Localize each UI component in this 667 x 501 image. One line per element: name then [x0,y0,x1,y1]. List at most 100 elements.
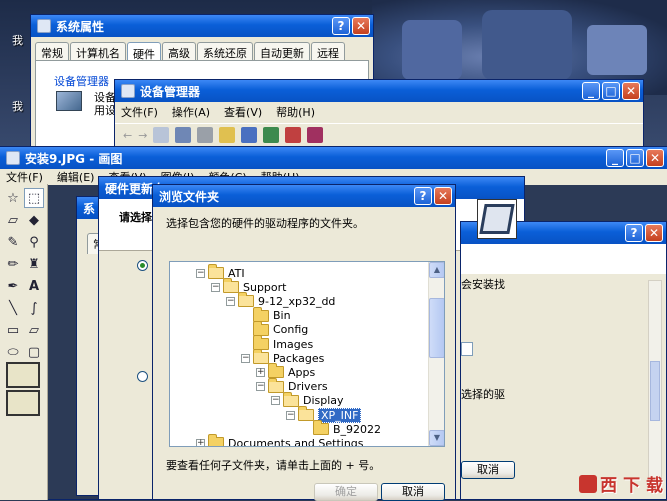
text-tool-icon[interactable]: A [24,276,44,296]
tree-node-label: Drivers [288,380,328,394]
cancel-button[interactable]: 取消 [381,483,445,501]
browse-field-fragment[interactable] [461,342,473,356]
close-button[interactable]: ✕ [646,149,664,167]
site-watermark: 西 下 载 [579,471,663,496]
paint-titlebar[interactable]: 安装9.JPG - 画图 _ □ ✕ [0,147,667,169]
line-icon[interactable]: ╲ [3,298,23,318]
color-picker-icon[interactable]: ✎ [3,232,23,252]
tree-scrollbar[interactable]: ▲ ▼ [428,262,444,446]
close-button[interactable]: ✕ [622,82,640,100]
window-title: 系 [83,201,96,216]
menu-view[interactable]: 查看(V) [224,104,262,120]
disable-device-icon[interactable] [307,127,324,143]
window-title: 安装9.JPG - 画图 [25,151,123,166]
tree-node[interactable]: + Apps [256,363,316,379]
help-button[interactable]: ? [414,187,432,205]
tree-node[interactable]: − Support [211,278,286,294]
browse-dialog-titlebar[interactable]: 浏览文件夹 ? ✕ [153,185,455,207]
maximize-button[interactable]: □ [602,82,620,100]
magnifier-icon[interactable]: ⚲ [24,232,44,252]
maximize-button[interactable]: □ [626,149,644,167]
polygon-icon[interactable]: ▱ [24,320,44,340]
ok-button[interactable]: 确定 [314,483,378,501]
folder-icon [253,306,269,322]
tree-node-label: Documents and Settings [228,436,364,447]
tree-view-icon[interactable] [153,127,170,143]
window-title: 系统属性 [56,19,105,34]
rounded-rect-icon[interactable]: ▢ [24,342,44,362]
folder-icon [253,335,269,350]
rectangle-icon[interactable]: ▭ [3,320,23,340]
radio-option[interactable] [137,260,148,271]
airbrush-icon[interactable]: ✒ [3,276,23,296]
desktop-icon-label[interactable]: 我 [12,98,23,114]
open-folder-icon [283,391,299,407]
scroll-up-icon[interactable]: ▲ [429,262,444,278]
device-manager-window: 设备管理器 _ □ ✕ 文件(F) 操作(A) 查看(V) 帮助(H) ← → [114,79,644,151]
tree-node-label: Apps [288,365,316,379]
brush-icon[interactable]: ♜ [24,254,44,274]
tree-node[interactable]: − Drivers [256,377,328,394]
scroll-down-icon[interactable]: ▼ [429,430,444,446]
ellipse-icon[interactable]: ⬭ [3,342,23,362]
wizard-scrollbar[interactable] [648,280,662,480]
collapse-icon[interactable]: − [271,396,280,406]
back-arrow-icon[interactable]: ← [123,129,132,142]
free-select-icon[interactable]: ☆ [3,188,23,208]
desktop-icon-label[interactable]: 我 [12,32,23,48]
tree-node[interactable]: − Packages [241,349,324,365]
menu-file[interactable]: 文件(F) [121,104,158,120]
update-driver-icon[interactable] [263,127,280,143]
device-manager-titlebar[interactable]: 设备管理器 _ □ ✕ [115,80,643,102]
open-folder-icon [208,264,224,279]
system-properties-titlebar[interactable]: 系统属性 ? ✕ [31,15,373,37]
tree-node[interactable]: − XP_INF [286,406,362,423]
expand-icon[interactable]: + [196,438,205,446]
fill-icon[interactable]: ◆ [24,210,44,230]
tree-node[interactable]: Images [253,335,313,351]
transparency-option-icon[interactable] [6,390,40,416]
help-button[interactable]: ? [625,224,643,242]
help-button[interactable]: ? [332,17,350,35]
properties-icon[interactable] [175,127,192,143]
curve-icon[interactable]: ∫ [24,298,44,318]
collapse-icon[interactable]: − [211,282,220,292]
print-icon[interactable] [197,127,214,143]
transparency-option-icon[interactable] [6,362,40,388]
driver-wizard-window: ? ✕ 会安装找 选择的驱 取消 [460,221,667,500]
close-button[interactable]: ✕ [352,17,370,35]
tree-node[interactable]: − ATI [196,264,245,280]
pencil-icon[interactable]: ✏ [3,254,23,274]
radio-option[interactable] [137,371,148,382]
close-button[interactable]: ✕ [434,187,452,205]
collapse-icon[interactable]: − [226,296,235,306]
tree-node[interactable]: + Documents and Settings [196,434,364,447]
collapse-icon[interactable]: − [196,268,205,278]
tree-node[interactable]: B_92022 [313,420,381,436]
menu-action[interactable]: 操作(A) [172,104,210,120]
rect-select-icon[interactable]: ⬚ [24,188,44,208]
minimize-button[interactable]: _ [582,82,600,100]
cancel-button[interactable]: 取消 [461,461,515,479]
forward-arrow-icon[interactable]: → [138,129,147,142]
folder-tree[interactable]: ▲ ▼ − ATI − Support −9-12_xp32_dd Bin Config Im… [169,261,445,447]
tree-node[interactable]: − Display [271,391,344,408]
expand-icon[interactable]: + [256,367,265,377]
eraser-icon[interactable]: ▱ [3,210,23,230]
help-icon[interactable] [219,127,236,143]
collapse-icon[interactable]: − [286,410,295,420]
menu-edit[interactable]: 编辑(E) [57,169,95,185]
collapse-icon[interactable]: − [256,382,265,392]
menu-help[interactable]: 帮助(H) [276,104,315,120]
tree-node[interactable]: − 9-12_xp32_dd [226,292,335,308]
menu-file[interactable]: 文件(F) [6,169,43,185]
scroll-thumb[interactable] [429,298,444,358]
collapse-icon[interactable]: − [241,353,250,363]
scan-hardware-icon[interactable] [241,127,258,143]
uninstall-icon[interactable] [285,127,302,143]
paint-icon [6,151,20,165]
folder-icon [253,320,269,336]
minimize-button[interactable]: _ [606,149,624,167]
device-manager-text: 用设 [94,104,116,117]
close-button[interactable]: ✕ [645,224,663,242]
